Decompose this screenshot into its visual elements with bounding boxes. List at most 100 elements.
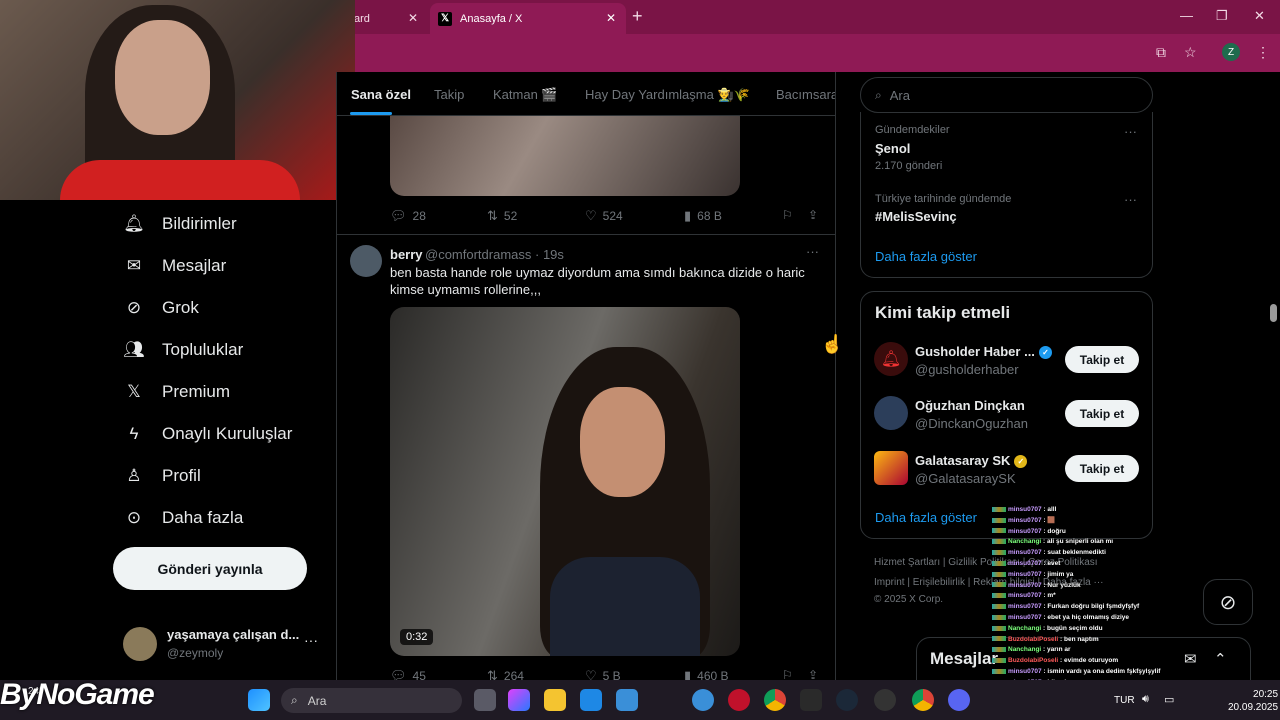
store-icon[interactable] (616, 689, 638, 711)
follow-button[interactable]: Takip et (1065, 346, 1139, 373)
trend-more-icon[interactable]: ··· (1124, 124, 1137, 139)
search-box[interactable]: ⌕ Ara (860, 77, 1153, 113)
page-scrollbar[interactable] (1268, 72, 1280, 680)
opera-icon[interactable] (728, 689, 750, 711)
account-name[interactable]: yaşamaya çalışan d... (167, 627, 299, 642)
nav-messages[interactable]: ✉ Mesajlar (120, 256, 226, 276)
nav-label: Bildirimler (162, 214, 237, 233)
account-avatar[interactable] (123, 627, 157, 661)
battery-icon[interactable]: ▭ (1164, 693, 1174, 706)
post-author-name[interactable]: berry (390, 247, 423, 262)
copilot-icon[interactable] (508, 689, 530, 711)
install-app-icon[interactable]: ⧉ (1156, 44, 1166, 61)
bookmark-star-icon[interactable]: ☆ (1184, 44, 1197, 61)
follow-name[interactable]: Gusholder Haber ... ✓ (915, 344, 1052, 360)
close-window-icon[interactable]: ✕ (1254, 8, 1265, 24)
tab-for-you[interactable]: Sana özel (351, 87, 411, 102)
nav-communities[interactable]: 👥︎ Topluluklar (120, 340, 243, 360)
start-windows-icon[interactable] (248, 689, 270, 711)
expand-up-icon[interactable]: ⌃ (1214, 650, 1227, 668)
gusholder-avatar[interactable]: 🔔︎ (874, 342, 908, 376)
chat-message: minsu0707 : jimim ya (992, 570, 1192, 581)
trend-more-icon[interactable]: ··· (1124, 192, 1137, 207)
trend-name[interactable]: Şenol (875, 141, 910, 156)
people-icon: 👥︎ (123, 340, 145, 359)
post-button[interactable]: Gönderi yayınla (113, 547, 307, 590)
edge-icon[interactable] (580, 689, 602, 711)
search-placeholder: Ara (889, 87, 910, 103)
follow-name[interactable]: Galatasaray SK ✓ (915, 453, 1028, 469)
chat-message: minsu0707 : ismin vardı ya ona dedim fşk… (992, 667, 1192, 678)
tab-hayday[interactable]: Hay Day Yardımlaşma 👨‍🌾🌾 (585, 87, 750, 103)
nav-more[interactable]: ⊙ Daha fazla (120, 508, 243, 528)
chrome-profile-icon[interactable] (912, 689, 934, 711)
nav-premium[interactable]: 𝕏 Premium (120, 382, 230, 402)
input-language[interactable]: TUR (1114, 695, 1135, 706)
post-video[interactable] (390, 307, 740, 656)
chat-message: minsu0707 : suat beklenmedikti (992, 548, 1192, 559)
nav-profile[interactable]: ♙ Profil (120, 466, 200, 486)
post-text: ben basta hande role uymaz diyordum ama … (390, 265, 805, 297)
views-button[interactable]: ▮ 68 B (684, 208, 722, 224)
chat-message: BuzdolabiPoseli : evimde oturuyom (992, 656, 1192, 667)
browser-profile-avatar[interactable]: Z (1222, 43, 1240, 61)
trend-name[interactable]: #MelisSevinç (875, 209, 957, 224)
tab-title: Anasayfa / X (460, 12, 523, 25)
chat-username: Nanchangi (1008, 538, 1042, 546)
chat-text: : bugün seçim oldu (1041, 624, 1103, 632)
chat-username: minsu0707 (1008, 592, 1042, 600)
bookmark-icon[interactable]: ⚐ (782, 208, 793, 222)
obs-icon[interactable] (874, 689, 896, 711)
task-view-icon[interactable] (474, 689, 496, 711)
discord-icon[interactable] (948, 689, 970, 711)
app-icon[interactable] (692, 689, 714, 711)
post-more-icon[interactable]: ··· (806, 244, 819, 259)
galatasaray-logo-icon[interactable] (874, 451, 908, 485)
follow-button[interactable]: Takip et (1065, 400, 1139, 427)
new-tab-icon[interactable]: + (632, 6, 643, 27)
reply-button[interactable]: 💬︎ 28 (390, 208, 426, 224)
chat-message: Nanchangi : ali şu sniperli olan mı (992, 537, 1192, 548)
volume-icon[interactable]: 🔊︎ (1142, 693, 1149, 706)
nav-notifications[interactable]: 🔔︎ Bildirimler (120, 214, 237, 234)
chat-text: : Nur yüzlük (1041, 581, 1081, 589)
close-tab-icon[interactable]: ✕ (606, 11, 616, 25)
file-explorer-icon[interactable] (544, 689, 566, 711)
chat-message: minsu0707 : doğru (992, 527, 1192, 538)
share-icon[interactable]: ⇪ (808, 208, 818, 222)
post-media-image[interactable] (390, 116, 740, 196)
follow-name[interactable]: Oğuzhan Dinçkan (915, 398, 1025, 413)
chat-text: : Furkan doğru bilgi fşmdyfşfyf (1041, 603, 1140, 611)
account-more-icon[interactable]: ··· (304, 632, 318, 648)
trends-show-more-link[interactable]: Daha fazla göster (875, 249, 977, 264)
close-tab-icon[interactable]: ✕ (408, 11, 418, 25)
follow-button[interactable]: Takip et (1065, 455, 1139, 482)
scrollbar-thumb[interactable] (1270, 304, 1277, 322)
post-author-handle[interactable]: @comfortdramass · 19s (425, 247, 564, 262)
nav-verified-orgs[interactable]: ϟ Onaylı Kuruluşlar (120, 424, 293, 444)
browser-tab-active[interactable]: 𝕏 Anasayfa / X ✕ (430, 3, 626, 34)
tab-bacimsara[interactable]: Bacımsara (776, 87, 835, 102)
grok-fab-icon[interactable]: ⊘ (1203, 579, 1253, 625)
maximize-icon[interactable]: ❐ (1216, 8, 1228, 24)
post-author-avatar[interactable] (350, 245, 382, 277)
messages-drawer-title[interactable]: Mesajlar (930, 649, 998, 669)
minimize-icon[interactable]: — (1180, 8, 1193, 23)
nav-label: Topluluklar (162, 340, 244, 359)
oguzhan-avatar[interactable] (874, 396, 908, 430)
browser-menu-icon[interactable]: ⋮ (1256, 44, 1270, 61)
tab-following[interactable]: Takip (434, 87, 464, 102)
clock[interactable]: 20:25 20.09.2025 (1228, 688, 1278, 714)
epic-games-icon[interactable] (800, 689, 822, 711)
tab-katman[interactable]: Katman 🎬 (493, 87, 558, 103)
follow-show-more-link[interactable]: Daha fazla göster (875, 510, 977, 525)
chrome-icon[interactable] (764, 689, 786, 711)
taskbar-search[interactable]: ⌕ Ara (281, 688, 462, 713)
nav-grok[interactable]: ⊘ Grok (120, 298, 199, 318)
repost-button[interactable]: ⇅ 52 (487, 208, 517, 224)
trend-count: 2.170 gönderi (875, 160, 943, 172)
chat-username: minsu0707 (1008, 516, 1042, 524)
like-button[interactable]: ♡ 524 (585, 208, 623, 224)
steam-icon[interactable] (836, 689, 858, 711)
chat-username: minsu0707 (1008, 570, 1042, 578)
